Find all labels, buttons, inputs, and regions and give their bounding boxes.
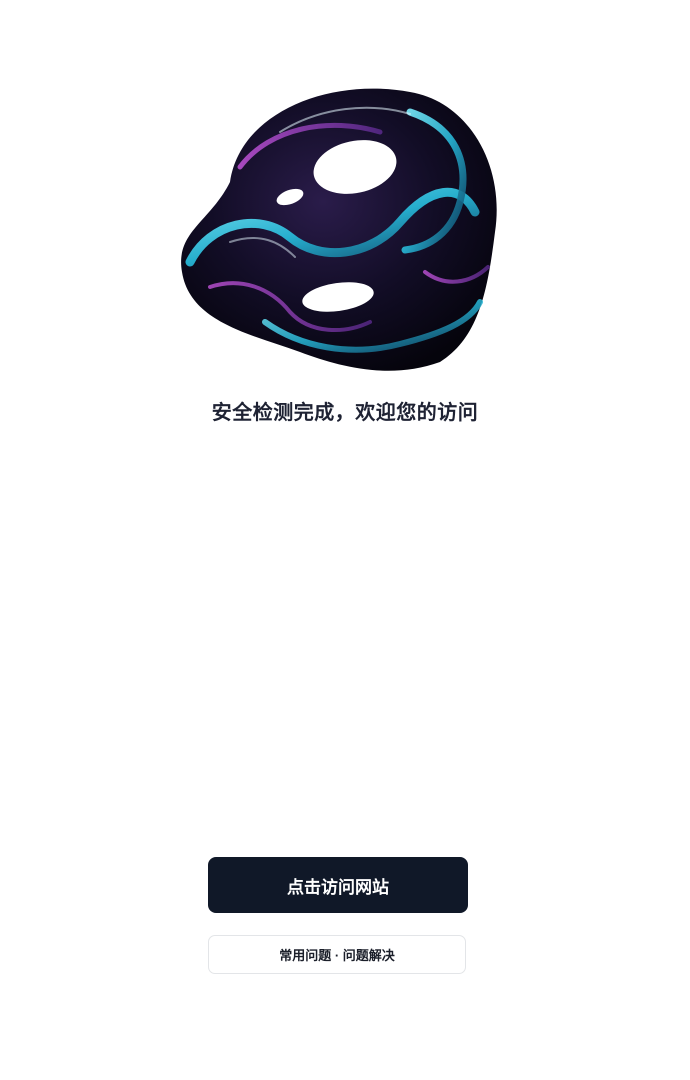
faq-button[interactable]: 常用问题 · 问题解决 [208, 935, 466, 974]
security-check-headline: 安全检测完成，欢迎您的访问 [211, 400, 479, 424]
visit-website-button[interactable]: 点击访问网站 [208, 857, 468, 913]
hero-3d-knot-image [170, 72, 510, 382]
